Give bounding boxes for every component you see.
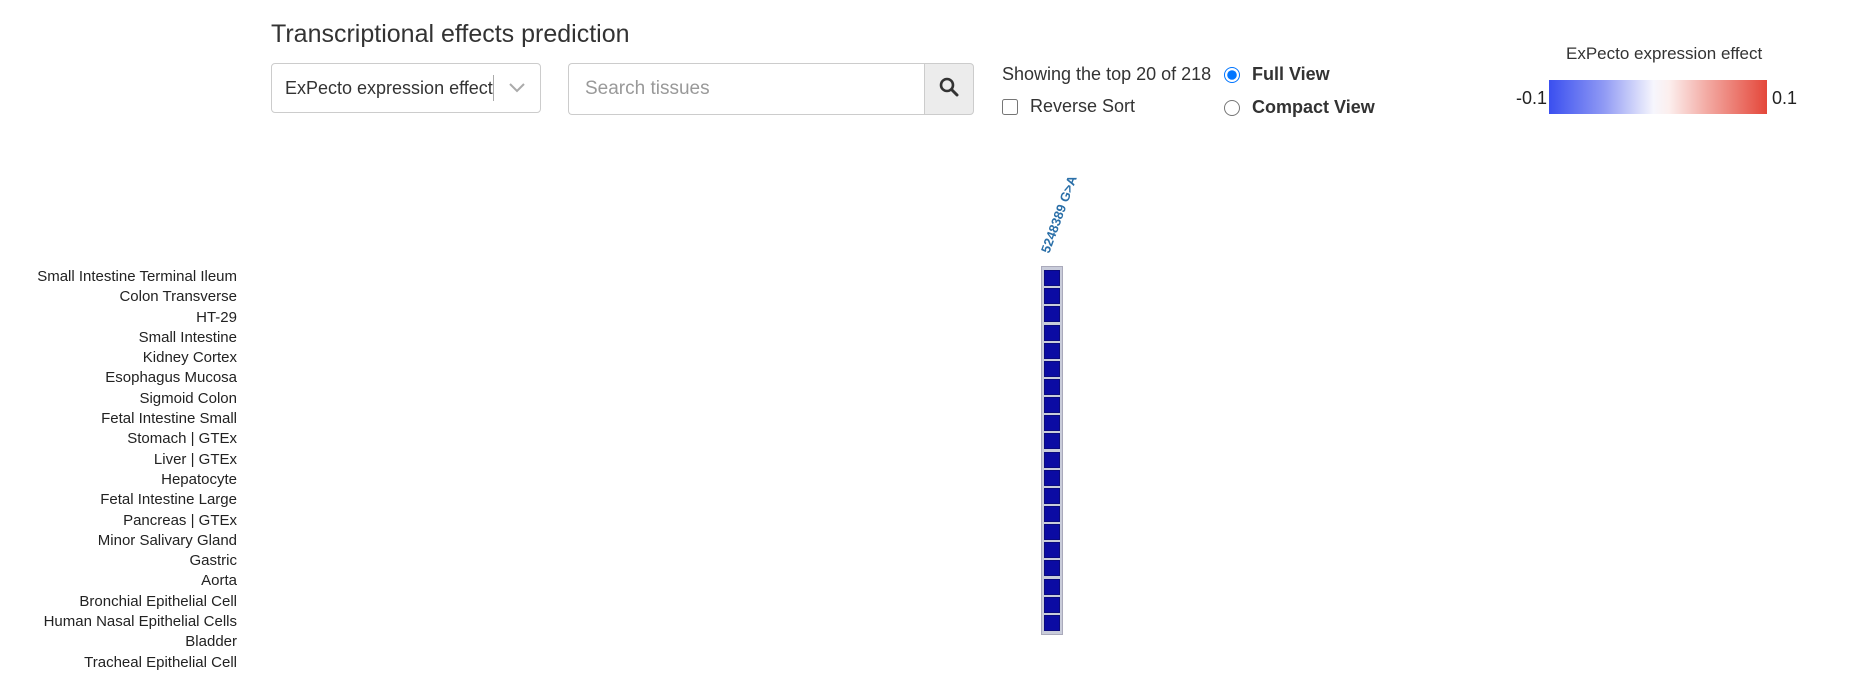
heatmap-row-label: Tracheal Epithelial Cell bbox=[84, 653, 237, 671]
tissue-search-group bbox=[568, 63, 974, 115]
compact-view-label: Compact View bbox=[1252, 97, 1375, 117]
heatmap-cell[interactable] bbox=[1044, 433, 1060, 450]
page-title: Transcriptional effects prediction bbox=[271, 20, 630, 48]
full-view-radio[interactable] bbox=[1224, 66, 1240, 83]
heatmap-row-label: Aorta bbox=[201, 572, 237, 590]
legend-max-label: 0.1 bbox=[1772, 88, 1798, 108]
heatmap-cell[interactable] bbox=[1044, 614, 1060, 631]
heatmap-row-label: Colon Transverse bbox=[119, 288, 237, 306]
search-icon bbox=[939, 77, 959, 102]
reverse-sort-checkbox[interactable] bbox=[1002, 98, 1018, 115]
heatmap-cell[interactable] bbox=[1044, 397, 1060, 414]
reverse-sort-toggle[interactable]: Reverse Sort bbox=[1002, 96, 1135, 117]
heatmap-cell[interactable] bbox=[1044, 469, 1060, 486]
heatmap-row-label: Stomach | GTEx bbox=[127, 430, 237, 448]
heatmap-row-label: Bladder bbox=[185, 633, 237, 651]
heatmap-row-label: Small Intestine Terminal Ileum bbox=[37, 268, 237, 285]
heatmap-row-label: Human Nasal Epithelial Cells bbox=[43, 613, 237, 631]
heatmap-row-label: Liver | GTEx bbox=[153, 450, 237, 468]
compact-view-radio[interactable] bbox=[1224, 99, 1240, 116]
heatmap-cell[interactable] bbox=[1044, 324, 1060, 341]
metric-select[interactable]: ExPecto expression effect bbox=[271, 63, 541, 113]
heatmap-cell[interactable] bbox=[1044, 342, 1060, 359]
heatmap-cell[interactable] bbox=[1044, 270, 1060, 287]
heatmap-cell[interactable] bbox=[1044, 560, 1060, 577]
heatmap-cell[interactable] bbox=[1044, 378, 1060, 395]
search-button[interactable] bbox=[924, 63, 974, 115]
heatmap-row-label: Minor Salivary Gland bbox=[97, 531, 237, 549]
heatmap-column bbox=[1041, 266, 1063, 635]
heatmap-cell[interactable] bbox=[1044, 360, 1060, 377]
heatmap-row-label: Bronchial Epithelial Cell bbox=[79, 592, 237, 610]
heatmap-row-label: Small Intestine bbox=[138, 328, 237, 346]
heatmap-row-label: Fetal Intestine Large bbox=[100, 491, 237, 509]
heatmap-cell[interactable] bbox=[1044, 578, 1060, 595]
legend-min-label: -0.1 bbox=[1516, 88, 1548, 108]
heatmap-cell[interactable] bbox=[1044, 542, 1060, 559]
reverse-sort-label: Reverse Sort bbox=[1030, 96, 1136, 116]
heatmap-row-labels: Small Intestine Terminal Ileum Colon Tran… bbox=[0, 267, 237, 673]
full-view-label: Full View bbox=[1252, 64, 1330, 84]
heatmap-cell[interactable] bbox=[1044, 306, 1060, 323]
heatmap-row-label: Kidney Cortex bbox=[142, 349, 237, 367]
heatmap-row-label: Sigmoid Colon bbox=[139, 389, 237, 407]
heatmap-row-label: Esophagus Mucosa bbox=[105, 369, 237, 387]
heatmap-cell[interactable] bbox=[1044, 505, 1060, 522]
metric-select-value: ExPecto expression effect bbox=[285, 77, 493, 98]
heatmap-cell[interactable] bbox=[1044, 415, 1060, 432]
heatmap-row-label: Fetal Intestine Small bbox=[101, 410, 237, 428]
heatmap-row-label: Pancreas | GTEx bbox=[123, 511, 237, 529]
heatmap-row-label: Hepatocyte bbox=[161, 470, 237, 488]
showing-count-text: Showing the top 20 of 218 bbox=[1002, 64, 1212, 84]
full-view-option[interactable]: Full View bbox=[1224, 64, 1330, 85]
heatmap-cell[interactable] bbox=[1044, 524, 1060, 541]
heatmap-cell[interactable] bbox=[1044, 288, 1060, 305]
heatmap-row-label: Gastric bbox=[189, 552, 237, 570]
legend-color-bar bbox=[1549, 80, 1767, 114]
compact-view-option[interactable]: Compact View bbox=[1224, 97, 1375, 118]
search-input[interactable] bbox=[568, 63, 924, 115]
heatmap-cell[interactable] bbox=[1044, 487, 1060, 504]
chevron-down-icon[interactable] bbox=[494, 83, 540, 93]
legend-title: ExPecto expression effect bbox=[1566, 44, 1763, 63]
heatmap-cell[interactable] bbox=[1044, 451, 1060, 468]
heatmap-column-label: 5248389 G>A bbox=[1037, 173, 1080, 255]
heatmap-cell[interactable] bbox=[1044, 596, 1060, 613]
heatmap-row-label: HT-29 bbox=[196, 308, 237, 326]
